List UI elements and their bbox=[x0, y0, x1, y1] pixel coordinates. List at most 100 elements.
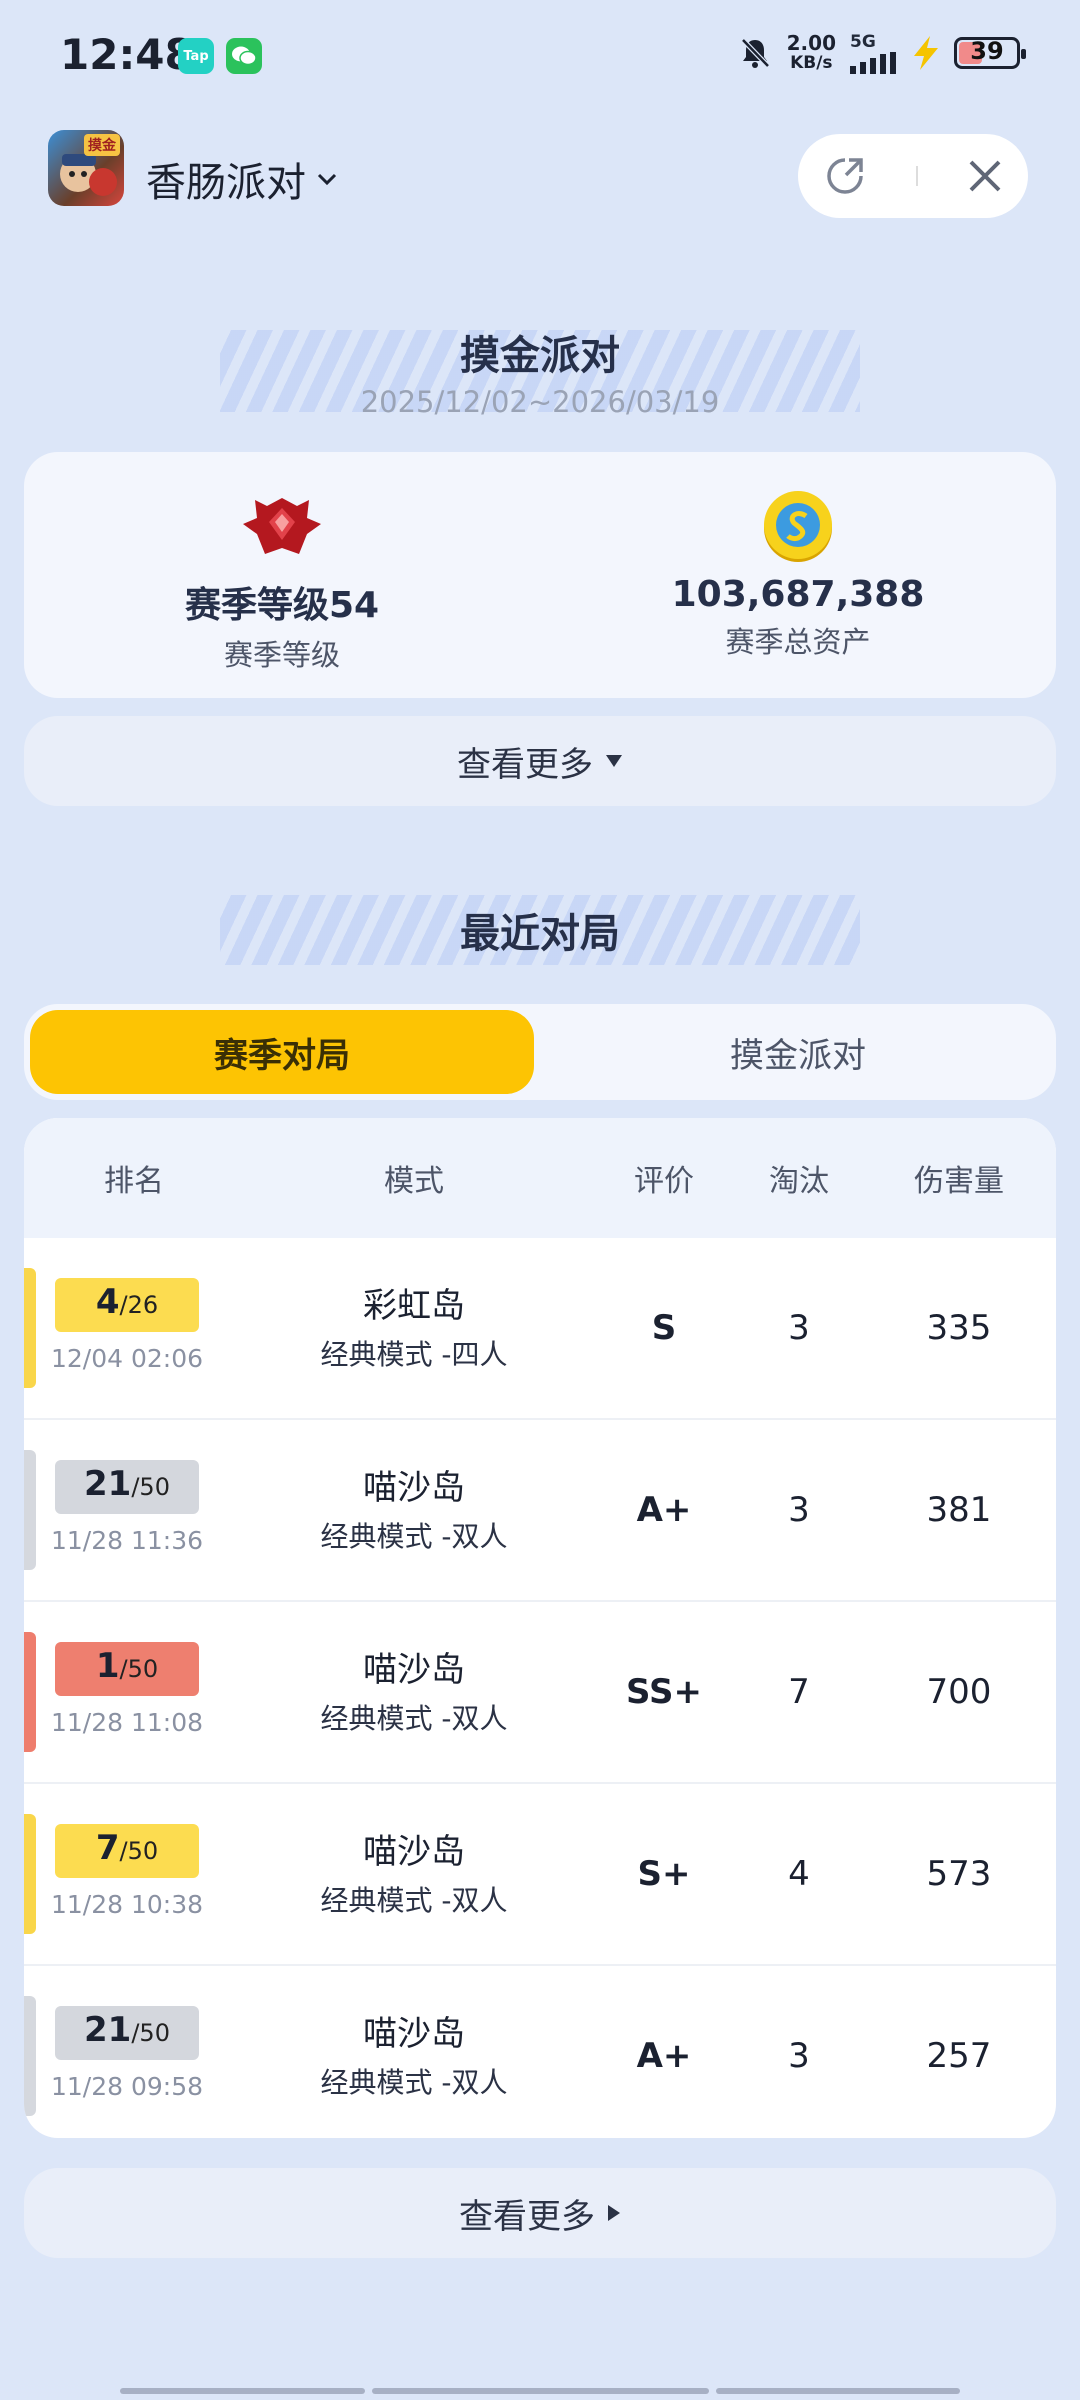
column-header-mode: 模式 bbox=[384, 1164, 444, 1199]
match-mode: 喵沙岛经典模式 -双人 bbox=[264, 2006, 564, 2101]
season-assets-value: 103,687,388 bbox=[671, 574, 925, 615]
rank-accent-bar bbox=[24, 1450, 36, 1570]
table-row[interactable]: 4/26 12/04 02:06 彩虹岛经典模式 -四人 S 3 335 bbox=[24, 1238, 1056, 1418]
rank-pill: 21/50 bbox=[55, 1460, 199, 1514]
rank-value: 7 bbox=[95, 1828, 120, 1868]
season-date-range: 2025/12/02~2026/03/19 bbox=[360, 385, 720, 419]
match-mode: 喵沙岛经典模式 -双人 bbox=[264, 1460, 564, 1555]
season-title: 摸金派对 bbox=[460, 333, 620, 379]
share-icon[interactable] bbox=[823, 154, 867, 198]
rank-pill: 1/50 bbox=[55, 1642, 199, 1696]
status-time: 12:48 bbox=[60, 30, 194, 79]
season-section-title: 摸金派对 2025/12/02~2026/03/19 bbox=[220, 330, 860, 419]
grade-value: A+ bbox=[636, 2036, 692, 2076]
rank-pill: 21/50 bbox=[55, 2006, 199, 2060]
rank-value: 4 bbox=[95, 1282, 120, 1322]
rank-value: 21 bbox=[84, 2010, 132, 2050]
damage-value: 573 bbox=[926, 1854, 992, 1894]
recent-section-title: 最近对局 bbox=[220, 895, 860, 965]
grade-value: A+ bbox=[636, 1490, 692, 1530]
capsule-divider bbox=[915, 166, 918, 186]
map-name: 喵沙岛 bbox=[363, 1832, 465, 1872]
rank-value: 21 bbox=[84, 1464, 132, 1504]
grade-value: S bbox=[651, 1308, 677, 1348]
tab-season-matches[interactable]: 赛季对局 bbox=[30, 1010, 534, 1094]
rank-total: /26 bbox=[119, 1291, 159, 1319]
grade-value: SS+ bbox=[626, 1672, 702, 1712]
match-mode: 喵沙岛 经典模式 -双人 bbox=[264, 1824, 564, 1919]
kills-value: 7 bbox=[788, 1672, 810, 1712]
mini-program-capsule bbox=[798, 134, 1028, 218]
rank-total: /50 bbox=[131, 1473, 170, 1501]
rank-accent-bar bbox=[24, 1268, 36, 1388]
map-name: 喵沙岛 bbox=[363, 1650, 465, 1690]
rank-accent-bar bbox=[24, 1632, 36, 1752]
game-name: 香肠派对 bbox=[146, 160, 306, 206]
rank-accent-bar bbox=[24, 1996, 36, 2116]
game-app-icon[interactable]: 摸金 bbox=[48, 130, 124, 206]
rank-value: 1 bbox=[95, 1646, 120, 1686]
chevron-down-icon bbox=[317, 173, 337, 186]
rank-total: /50 bbox=[119, 1837, 159, 1865]
season-more-label: 查看更多 bbox=[457, 744, 593, 785]
tab-mojin-party[interactable]: 摸金派对 bbox=[546, 1010, 1050, 1094]
battery-icon: 39 bbox=[954, 37, 1026, 69]
column-header-grade: 评价 bbox=[634, 1164, 694, 1199]
table-row[interactable]: 21/50 11/28 11:36 喵沙岛经典模式 -双人 A+ 3 381 bbox=[24, 1418, 1056, 1600]
recent-more-button[interactable]: 查看更多 bbox=[24, 2168, 1056, 2258]
mode-name: 经典模式 -双人 bbox=[320, 1520, 508, 1553]
match-time: 12/04 02:06 bbox=[50, 1344, 204, 1373]
season-level-value: 赛季等级54 bbox=[184, 585, 380, 626]
season-stats-card: 赛季等级54 赛季等级 103,687,388 赛季总资产 bbox=[24, 452, 1056, 698]
column-header-rank: 排名 bbox=[104, 1164, 164, 1199]
kills-value: 4 bbox=[788, 1854, 810, 1894]
mode-name: 经典模式 -双人 bbox=[320, 1702, 508, 1735]
match-tabs: 赛季对局 摸金派对 bbox=[24, 1004, 1056, 1100]
damage-value: 700 bbox=[926, 1672, 992, 1712]
match-mode: 彩虹岛经典模式 -四人 bbox=[264, 1278, 564, 1373]
close-icon[interactable] bbox=[967, 158, 1003, 194]
kills-value: 3 bbox=[788, 1490, 810, 1530]
recent-more-label: 查看更多 bbox=[459, 2196, 595, 2237]
table-row[interactable]: 21/50 11/28 09:58 喵沙岛经典模式 -双人 A+ 3 257 bbox=[24, 1964, 1056, 2138]
taptap-notification-icon: Tap bbox=[178, 38, 214, 74]
season-more-button[interactable]: 查看更多 bbox=[24, 716, 1056, 806]
table-row[interactable]: 7/50 11/28 10:38 喵沙岛 经典模式 -双人 S+ 4 573 bbox=[24, 1782, 1056, 1964]
rank-accent-bar bbox=[24, 1814, 36, 1934]
gesture-bar-segment bbox=[120, 2388, 365, 2394]
game-icon-tag: 摸金 bbox=[84, 134, 120, 156]
signal-icon: 5G bbox=[850, 32, 896, 74]
gesture-bar-segment bbox=[716, 2388, 960, 2394]
season-level-label: 赛季等级 bbox=[223, 638, 340, 672]
mute-bell-icon bbox=[740, 38, 770, 68]
map-name: 喵沙岛 bbox=[363, 2014, 465, 2054]
table-row[interactable]: 1/50 11/28 11:08 喵沙岛经典模式 -双人 SS+ 7 700 bbox=[24, 1600, 1056, 1782]
table-body: 4/26 12/04 02:06 彩虹岛经典模式 -四人 S 3 335 21/50 11/2… bbox=[24, 1238, 1056, 2138]
damage-value: 381 bbox=[926, 1490, 992, 1530]
triangle-down-icon bbox=[606, 755, 622, 767]
match-time: 11/28 11:08 bbox=[50, 1708, 204, 1737]
damage-value: 257 bbox=[926, 2036, 992, 2076]
rank-total: /50 bbox=[119, 1655, 159, 1683]
net-speed: 2.00 KB/s bbox=[786, 31, 836, 73]
mode-name: 经典模式 -四人 bbox=[320, 1338, 508, 1371]
kills-value: 3 bbox=[788, 1308, 810, 1348]
wechat-notification-icon bbox=[226, 38, 262, 74]
match-mode: 喵沙岛经典模式 -双人 bbox=[264, 1642, 564, 1737]
damage-value: 335 bbox=[926, 1308, 992, 1348]
map-name: 彩虹岛 bbox=[363, 1286, 465, 1326]
recent-matches-table: 排名 模式 评价 淘汰 伤害量 4/26 12/04 02:06 彩虹岛经典模式 -… bbox=[24, 1118, 1056, 2138]
column-header-kills: 淘汰 bbox=[769, 1164, 829, 1199]
coin-icon bbox=[764, 491, 832, 562]
kills-value: 3 bbox=[788, 2036, 810, 2076]
season-assets-stat: 103,687,388 赛季总资产 bbox=[540, 452, 1056, 698]
column-header-damage: 伤害量 bbox=[914, 1164, 1004, 1199]
match-time: 11/28 10:38 bbox=[50, 1890, 204, 1919]
match-time: 11/28 11:36 bbox=[50, 1526, 204, 1555]
grade-value: S+ bbox=[637, 1854, 691, 1894]
mode-name: 经典模式 -双人 bbox=[320, 2066, 508, 2099]
season-level-stat: 赛季等级54 赛季等级 bbox=[24, 452, 540, 698]
game-selector[interactable]: 香肠派对 bbox=[146, 150, 338, 208]
map-name: 喵沙岛 bbox=[363, 1468, 465, 1508]
match-time: 11/28 09:58 bbox=[50, 2072, 204, 2101]
